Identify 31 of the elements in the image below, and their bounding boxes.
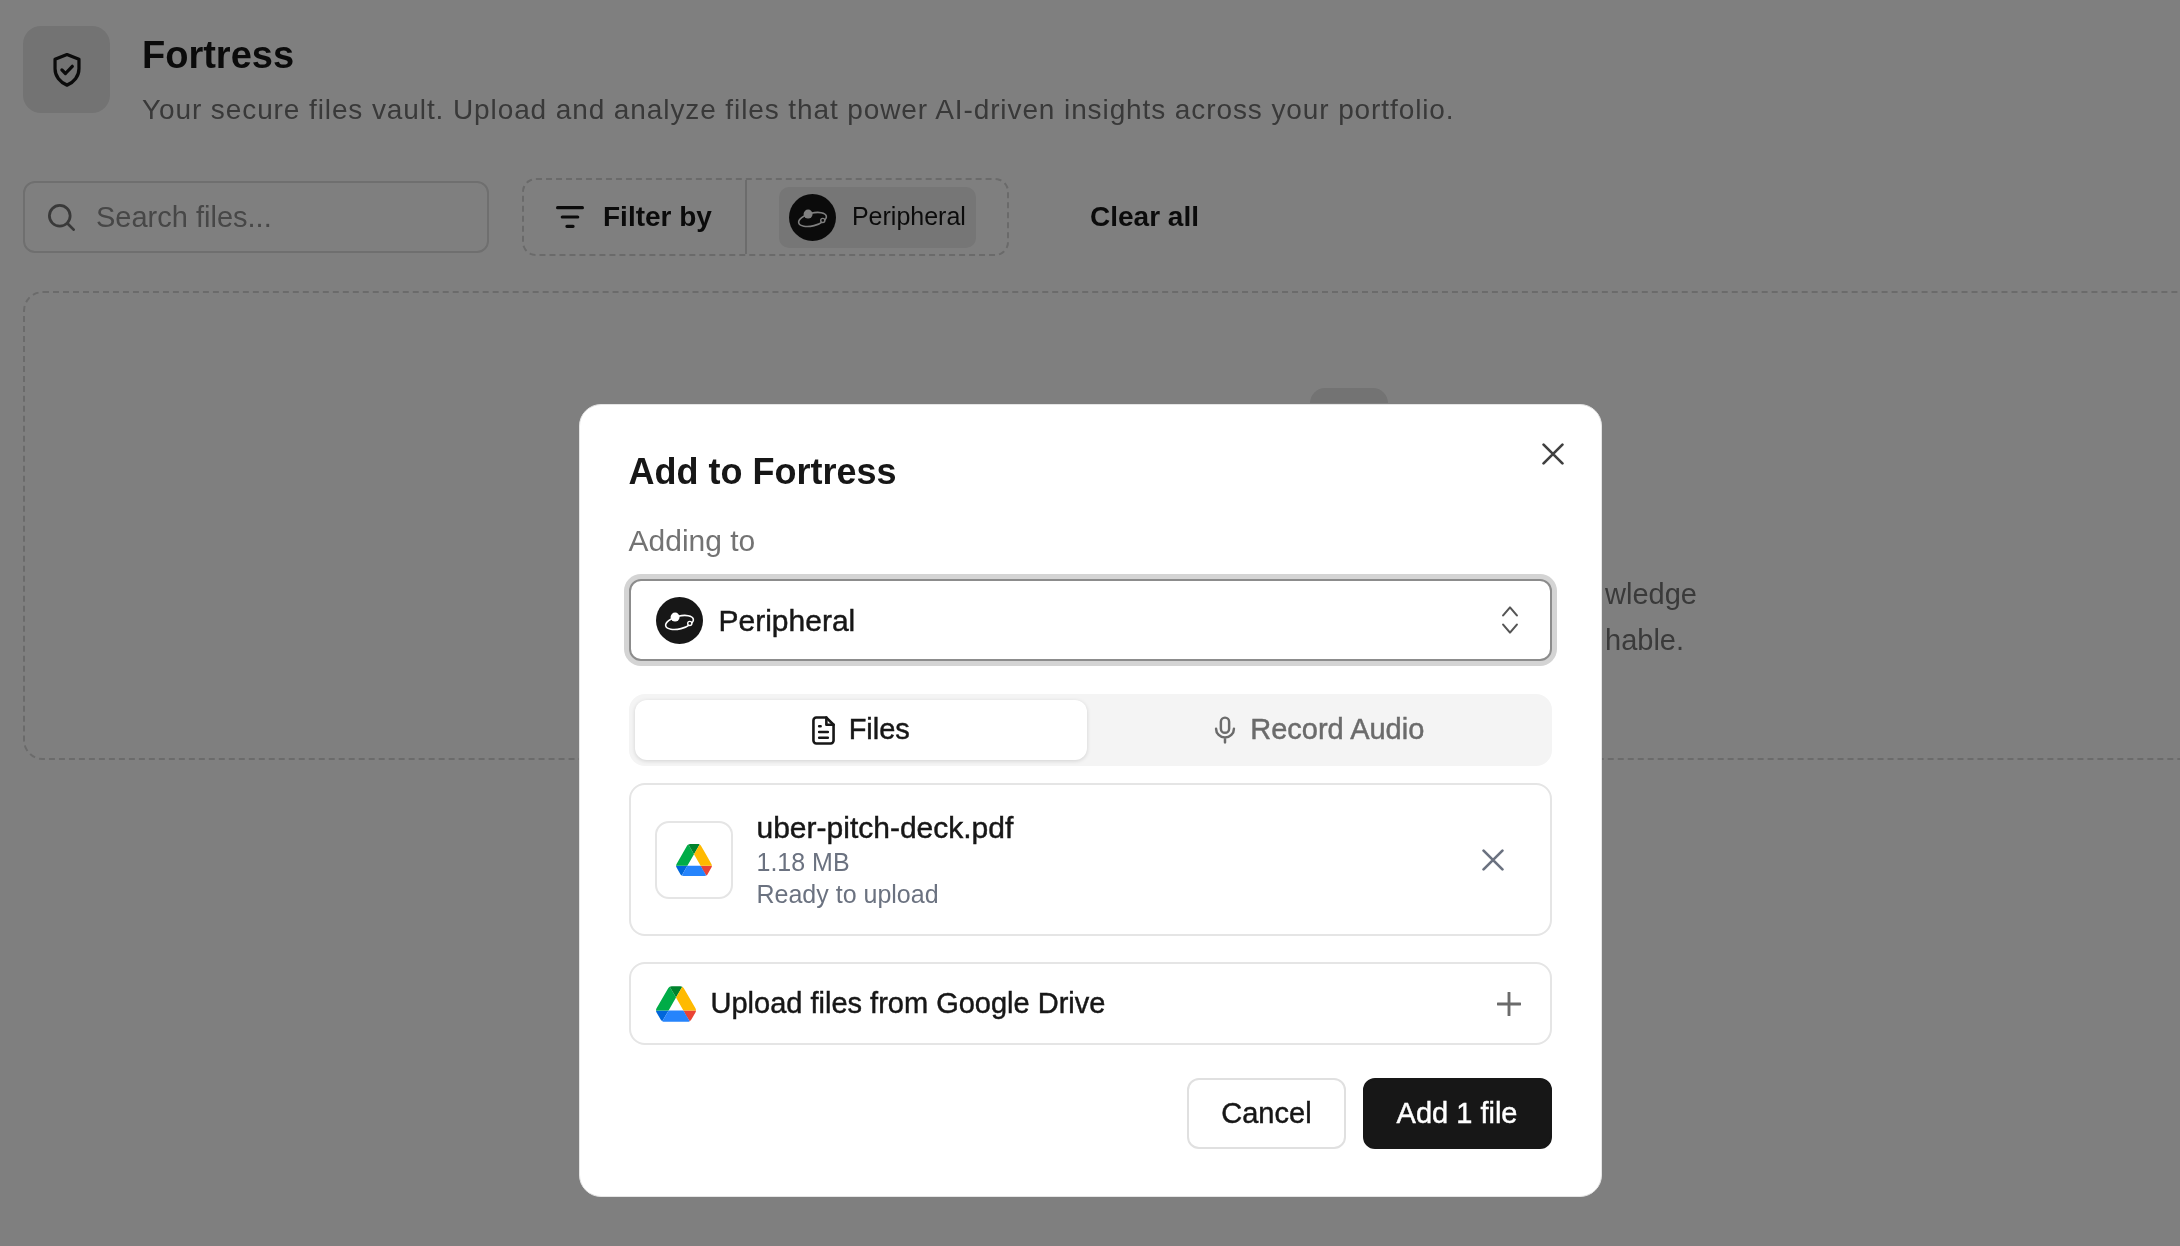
orbit-icon	[655, 596, 703, 644]
page-title: Fortress	[142, 33, 296, 78]
plus-icon	[1496, 991, 1521, 1016]
dropzone-text: wledge	[1605, 577, 1697, 612]
close-icon	[1481, 848, 1504, 871]
tab[interactable]: Record Audio	[1093, 700, 1546, 760]
tab[interactable]: Files	[634, 700, 1087, 760]
search-icon	[48, 204, 75, 231]
filter-button[interactable]: Filter by	[524, 180, 747, 254]
microphone-icon	[1214, 716, 1237, 744]
filter-icon	[556, 206, 584, 228]
file-name: uber-pitch-deck.pdf	[756, 809, 1014, 846]
add-button[interactable]: Add 1 file	[1362, 1078, 1552, 1149]
page-subtitle: Your secure files vault. Upload and analyze files that power AI-driven insights across your portfolio.	[142, 93, 1455, 127]
cancel-button[interactable]: Cancel	[1187, 1078, 1346, 1149]
clear-all-button[interactable]: Clear all	[1090, 196, 1199, 238]
drive-upload-button[interactable]: Upload files from Google Drive	[628, 962, 1552, 1045]
file-icon	[811, 715, 835, 745]
chevron-updown-icon	[1501, 606, 1518, 634]
drive-logo-icon	[654, 820, 733, 899]
drive-logo-icon	[655, 985, 696, 1022]
dropzone-text: hable.	[1605, 623, 1684, 658]
file-size: 1.18 MB	[756, 846, 850, 878]
close-icon	[1541, 443, 1564, 465]
dialog-title: Add to Fortress	[628, 450, 897, 493]
filter-chip[interactable]: Peripheral	[778, 186, 976, 248]
field-label: Adding to	[628, 523, 756, 559]
search-field[interactable]: Search files...	[23, 181, 489, 253]
orbit-icon	[788, 193, 836, 241]
file-status: Ready to upload	[756, 878, 939, 910]
shield-icon	[23, 26, 110, 113]
